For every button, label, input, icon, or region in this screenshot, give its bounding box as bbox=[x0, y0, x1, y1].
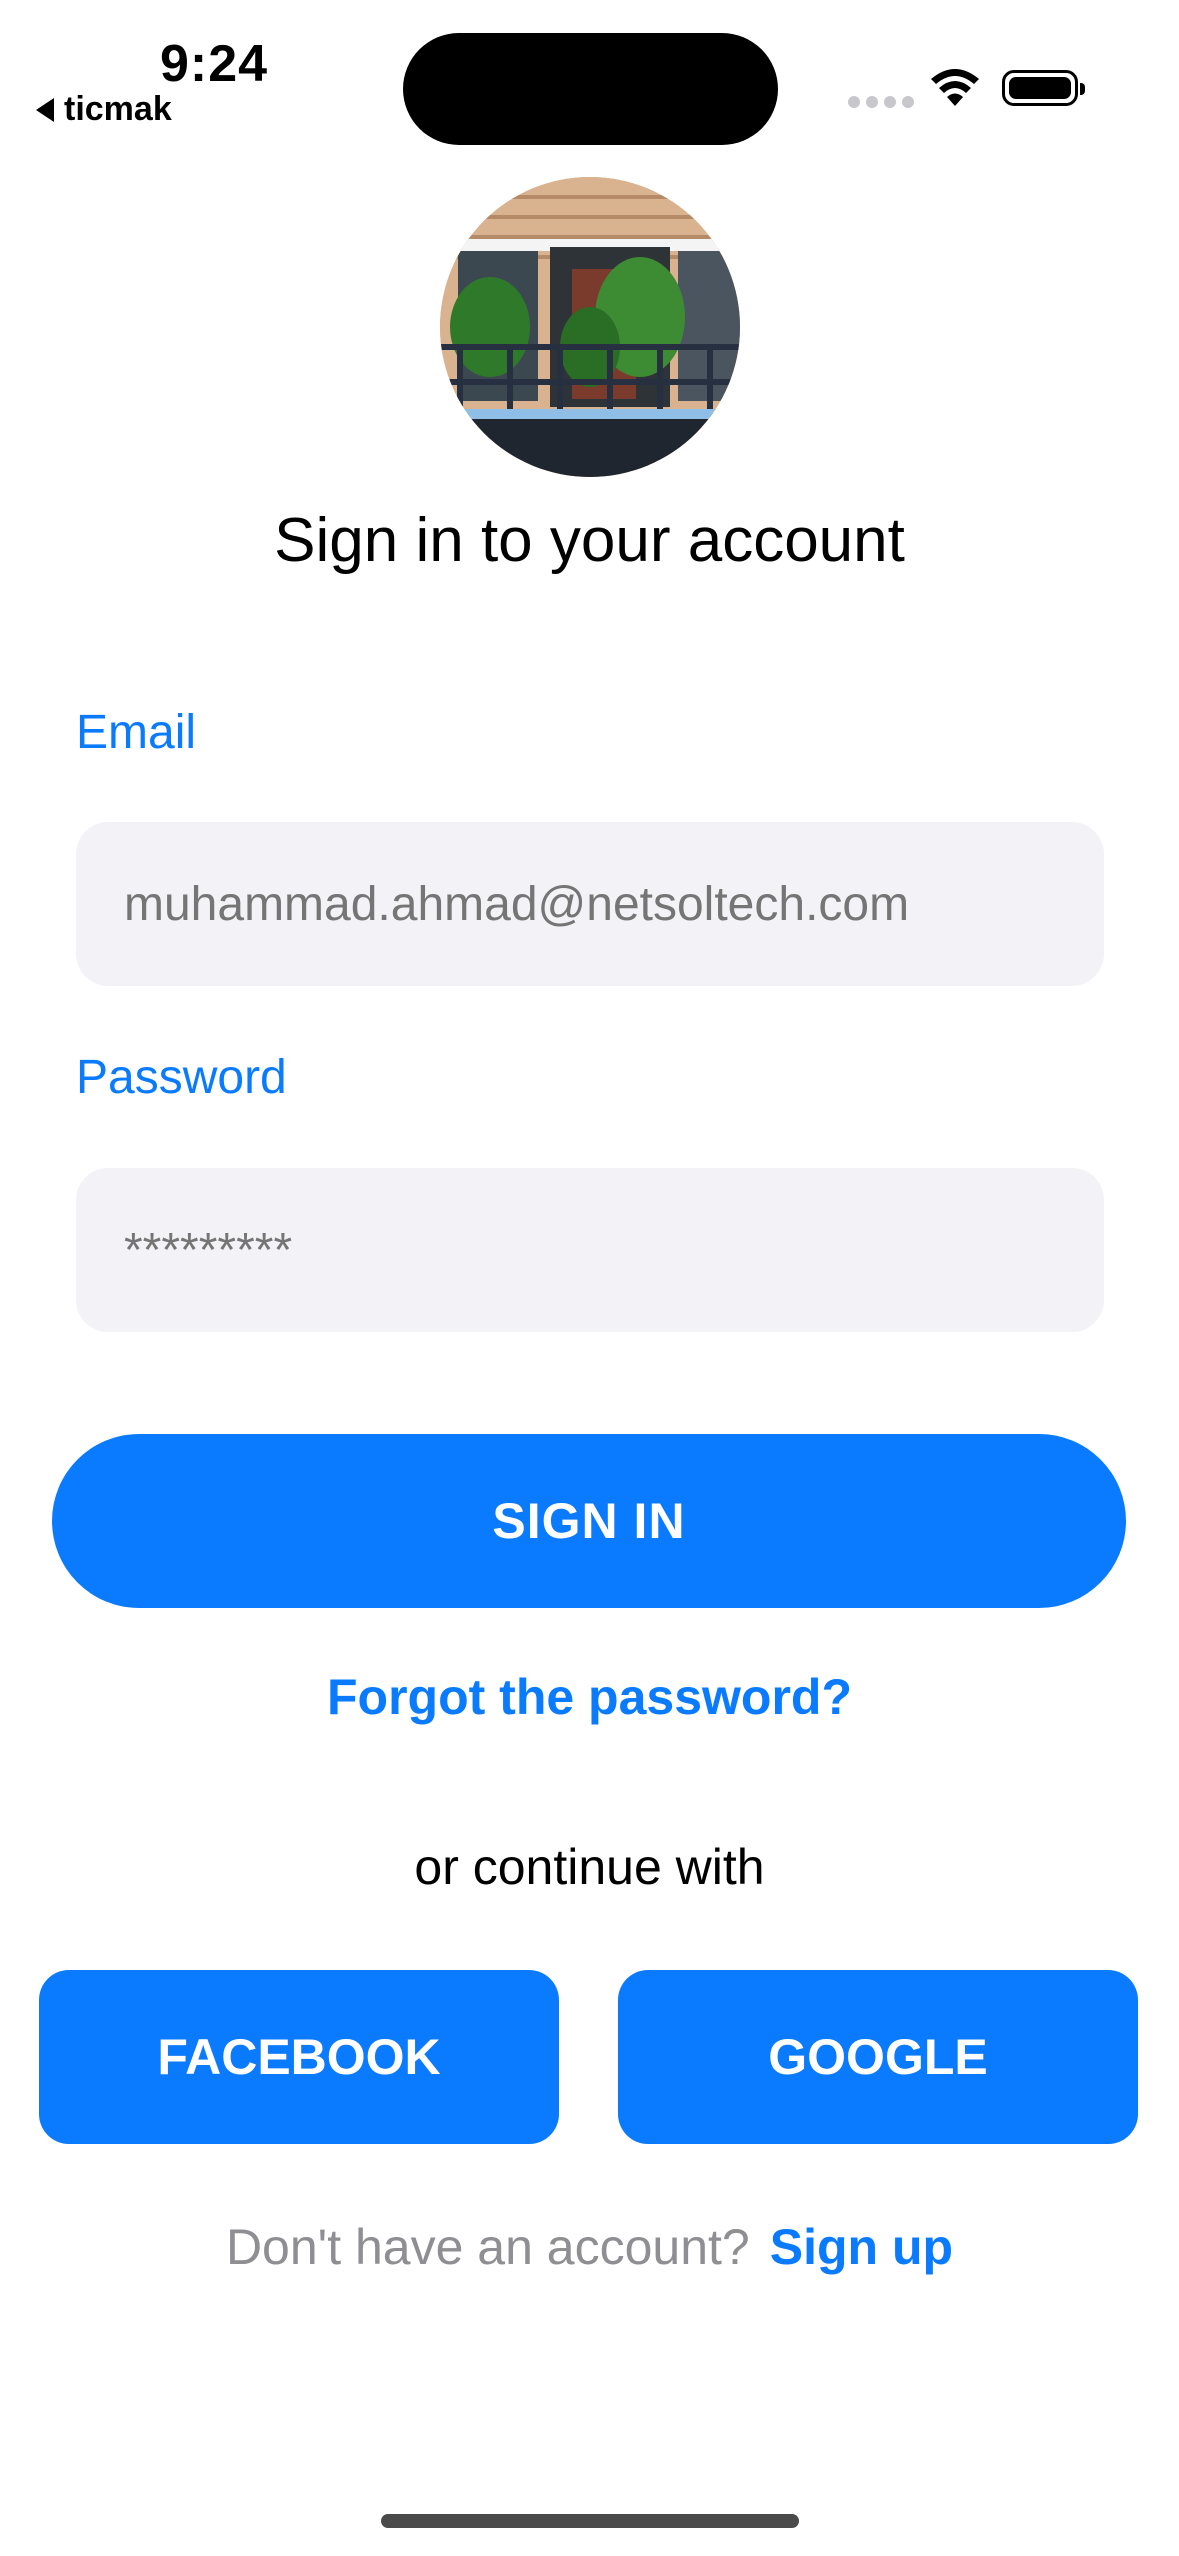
back-app-label: ticmak bbox=[64, 90, 172, 128]
email-label: Email bbox=[76, 706, 197, 759]
cellular-signal-icon bbox=[848, 96, 914, 108]
house-image bbox=[440, 177, 740, 477]
google-button[interactable]: GOOGLE bbox=[618, 1970, 1138, 2144]
home-indicator[interactable] bbox=[381, 2514, 799, 2528]
wifi-icon bbox=[931, 69, 979, 106]
page-title: Sign in to your account bbox=[274, 506, 905, 575]
password-field[interactable] bbox=[76, 1168, 1104, 1332]
facebook-button[interactable]: FACEBOOK bbox=[39, 1970, 559, 2144]
avatar bbox=[440, 177, 740, 477]
password-label: Password bbox=[76, 1051, 287, 1104]
battery-icon bbox=[1002, 70, 1085, 106]
or-continue-text: or continue with bbox=[414, 1839, 765, 1895]
signup-row: Don't have an account? Sign up bbox=[0, 2218, 1179, 2276]
email-field[interactable] bbox=[76, 822, 1104, 986]
sign-up-link[interactable]: Sign up bbox=[770, 2218, 953, 2276]
dynamic-island bbox=[403, 33, 778, 145]
forgot-password-link[interactable]: Forgot the password? bbox=[0, 1668, 1179, 1726]
back-to-app-link[interactable]: ticmak bbox=[36, 90, 172, 129]
status-time: 9:24 bbox=[160, 35, 269, 93]
back-arrow-icon bbox=[36, 97, 54, 122]
sign-in-button[interactable]: SIGN IN bbox=[52, 1434, 1126, 1608]
signup-prompt: Don't have an account? bbox=[225, 2219, 750, 2275]
